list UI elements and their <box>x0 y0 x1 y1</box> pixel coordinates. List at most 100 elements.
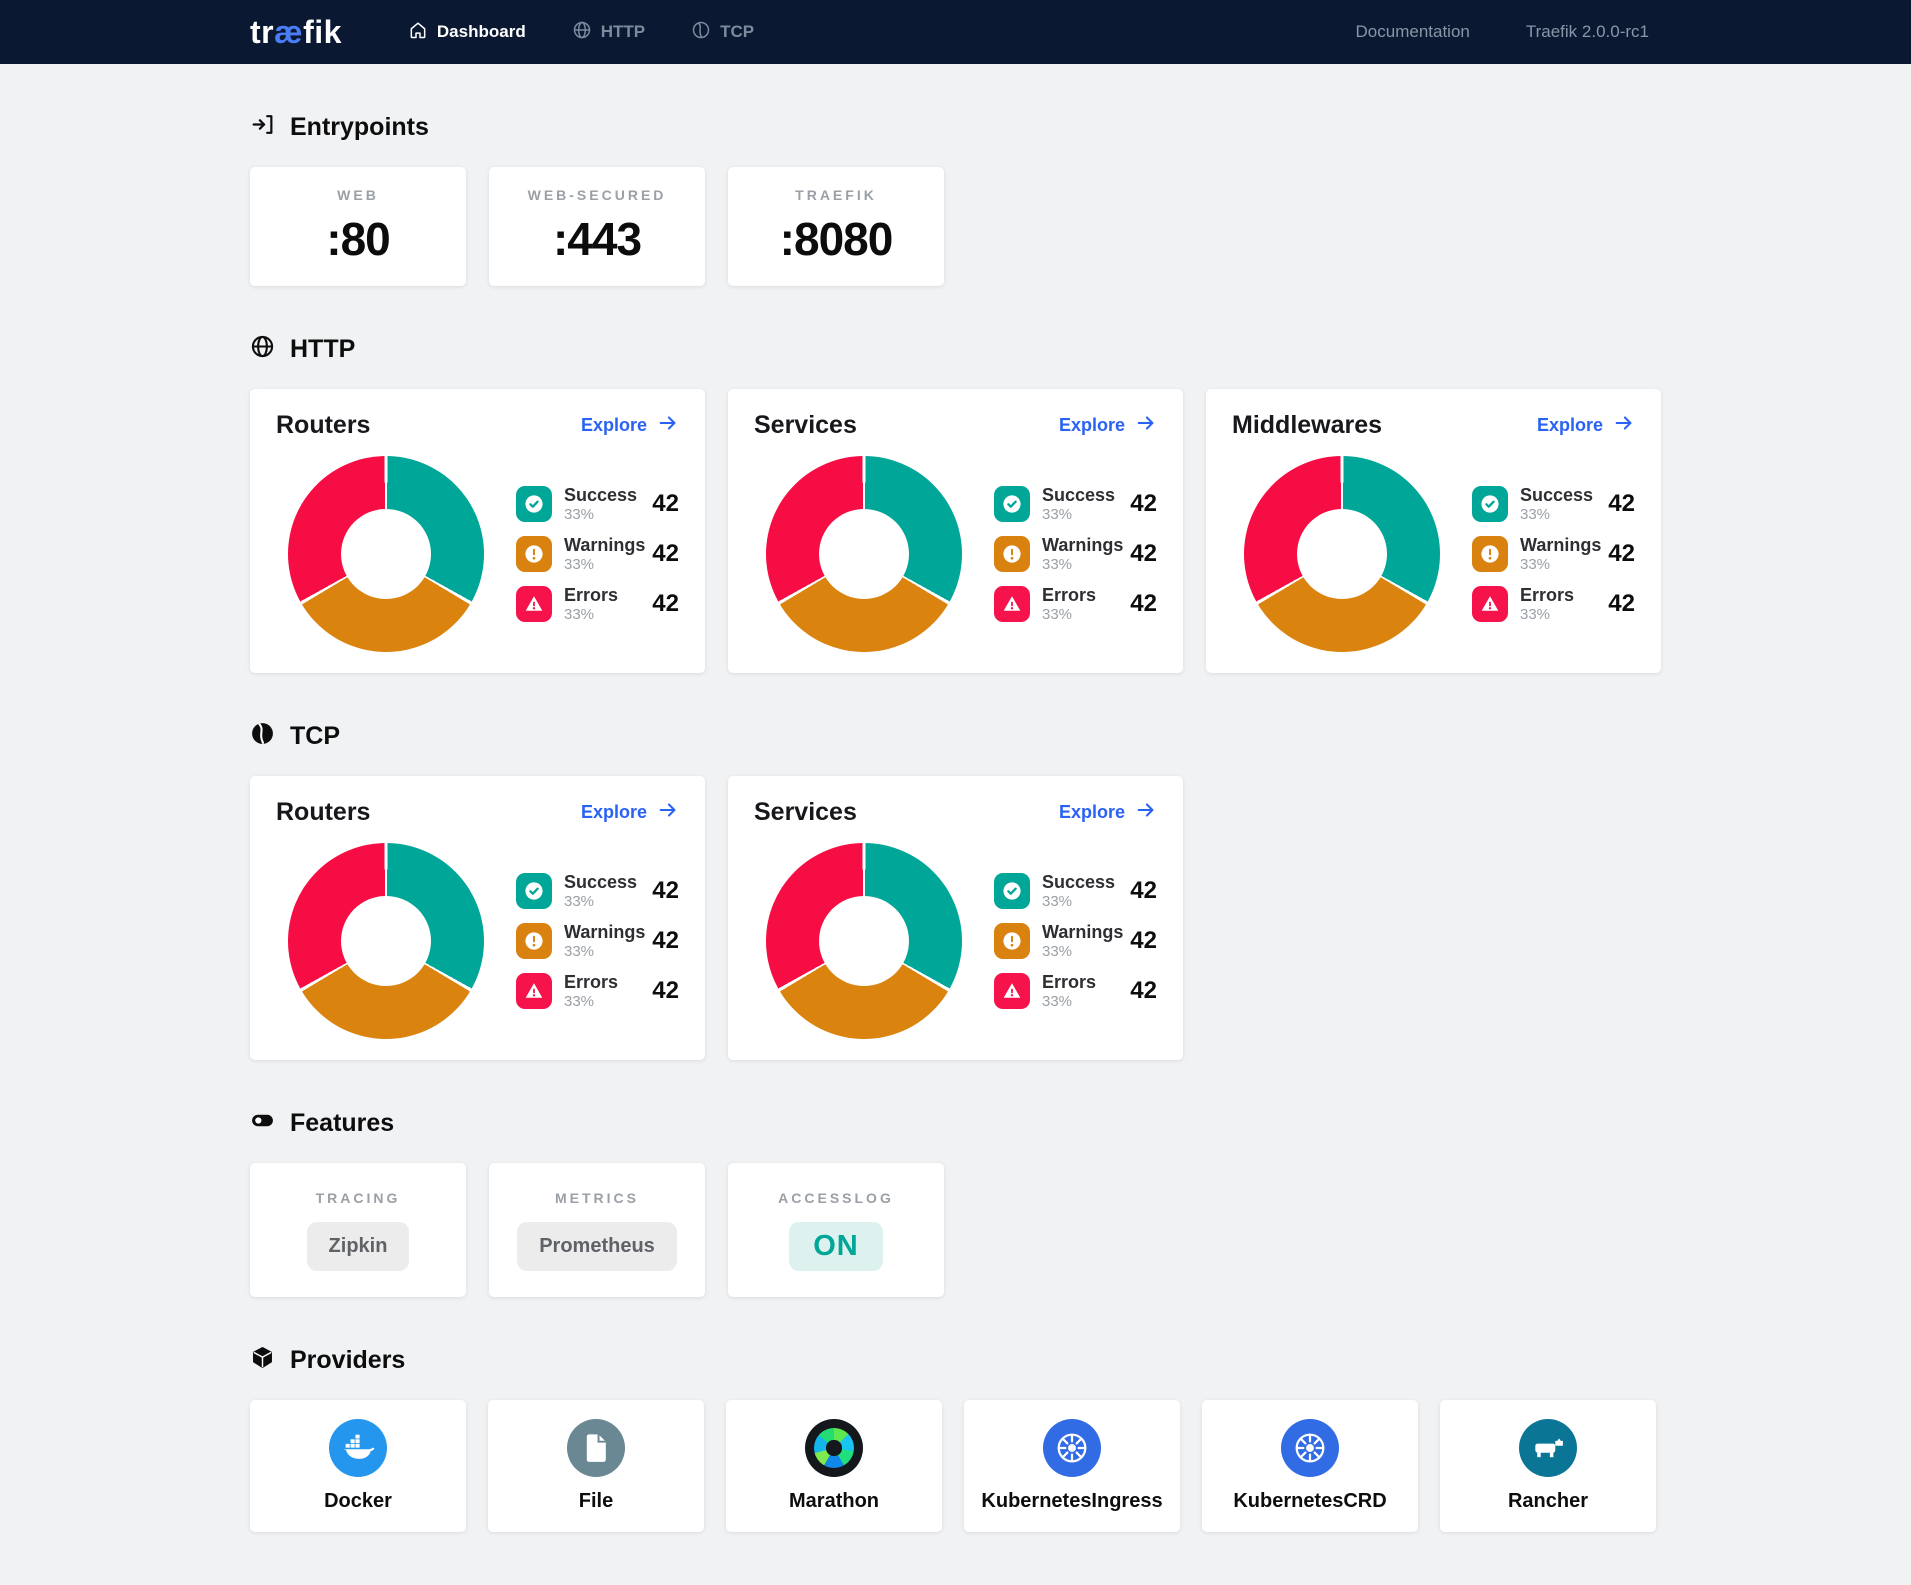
card-head: Routers Explore <box>276 798 679 827</box>
status-legend: Success 33% 42 Warnings 33% 42 <box>994 485 1157 622</box>
provider-card-marathon: Marathon <box>726 1400 942 1532</box>
legend-label: Success <box>564 872 637 893</box>
http-section-heading: HTTP <box>250 334 1661 364</box>
legend-row-success: Success 33% 42 <box>994 485 1157 523</box>
legend-row-warnings: Warnings 33% 42 <box>994 922 1157 960</box>
feature-label: METRICS <box>555 1190 639 1206</box>
legend-value: 42 <box>1608 540 1635 568</box>
legend-label: Warnings <box>1042 922 1123 943</box>
feature-value-chip: Zipkin <box>307 1222 410 1271</box>
legend-label: Errors <box>1042 972 1096 993</box>
rancher-icon <box>1519 1419 1577 1477</box>
legend-text: Errors 33% <box>1520 585 1574 623</box>
explore-link[interactable]: Explore <box>1059 412 1157 439</box>
legend-row-errors: Errors 33% 42 <box>1472 585 1635 623</box>
nav-item-dashboard[interactable]: Dashboard <box>408 20 526 45</box>
status-donut-chart <box>766 456 962 652</box>
legend-value: 42 <box>1608 590 1635 618</box>
success-icon <box>516 873 552 909</box>
nav-item-http[interactable]: HTTP <box>572 20 645 45</box>
legend-row-warnings: Warnings 33% 42 <box>516 922 679 960</box>
legend-value: 42 <box>1130 977 1157 1005</box>
globe-icon <box>572 20 592 45</box>
legend-label: Warnings <box>564 922 645 943</box>
globe-icon <box>250 334 275 364</box>
legend-label: Warnings <box>1042 535 1123 556</box>
error-icon <box>516 973 552 1009</box>
entrypoint-card-web: WEB :80 <box>250 167 466 286</box>
feature-label: ACCESSLOG <box>778 1190 894 1206</box>
card-title: Routers <box>276 411 370 440</box>
explore-label: Explore <box>1059 415 1125 436</box>
arrow-right-icon <box>1613 412 1635 439</box>
error-icon <box>516 586 552 622</box>
legend-text: Errors 33% <box>1042 972 1096 1010</box>
explore-label: Explore <box>1537 415 1603 436</box>
provider-name: Docker <box>324 1490 392 1513</box>
provider-name: KubernetesCRD <box>1233 1490 1386 1513</box>
arrow-right-icon <box>1135 412 1157 439</box>
provider-card-file: File <box>488 1400 704 1532</box>
error-icon <box>994 586 1030 622</box>
entrypoint-label: WEB <box>337 187 379 203</box>
card-body: Success 33% 42 Warnings 33% 42 <box>754 843 1157 1039</box>
legend-row-warnings: Warnings 33% 42 <box>994 535 1157 573</box>
main-content: Entrypoints WEB :80 WEB-SECURED :443 TRA… <box>0 112 1911 1572</box>
provider-name: KubernetesIngress <box>981 1490 1162 1513</box>
explore-label: Explore <box>581 802 647 823</box>
legend-percent: 33% <box>1042 506 1115 523</box>
legend-value: 42 <box>1130 927 1157 955</box>
provider-card-docker: Docker <box>250 1400 466 1532</box>
entrypoints-row: WEB :80 WEB-SECURED :443 TRAEFIK :8080 <box>250 167 1661 286</box>
status-donut-chart <box>288 843 484 1039</box>
legend-label: Success <box>564 485 637 506</box>
provider-name: File <box>579 1490 613 1513</box>
tcp-icon <box>691 20 711 45</box>
nav-item-tcp[interactable]: TCP <box>691 20 754 45</box>
features-section-heading: Features <box>250 1108 1661 1138</box>
documentation-link[interactable]: Documentation <box>1356 22 1470 42</box>
explore-link[interactable]: Explore <box>1059 799 1157 826</box>
provider-name: Marathon <box>789 1490 879 1513</box>
section-title: Entrypoints <box>290 113 429 142</box>
tcp-services-card: Services Explore Success 33% 42 <box>728 776 1183 1060</box>
legend-row-warnings: Warnings 33% 42 <box>516 535 679 573</box>
legend-text: Errors 33% <box>1042 585 1096 623</box>
cube-icon <box>250 1345 275 1375</box>
nav-item-label: HTTP <box>601 22 645 42</box>
version-label: Traefik 2.0.0-rc1 <box>1526 22 1649 42</box>
legend-percent: 33% <box>1042 893 1115 910</box>
legend-text: Success 33% <box>1042 872 1115 910</box>
entrypoint-port: :8080 <box>780 212 893 266</box>
section-title: HTTP <box>290 335 355 364</box>
explore-link[interactable]: Explore <box>581 412 679 439</box>
logo-suffix: fik <box>303 14 342 50</box>
status-legend: Success 33% 42 Warnings 33% 42 <box>1472 485 1635 622</box>
card-head: Middlewares Explore <box>1232 411 1635 440</box>
legend-text: Success 33% <box>564 872 637 910</box>
legend-row-errors: Errors 33% 42 <box>994 972 1157 1010</box>
card-head: Services Explore <box>754 798 1157 827</box>
explore-link[interactable]: Explore <box>1537 412 1635 439</box>
login-icon <box>250 112 275 142</box>
card-body: Success 33% 42 Warnings 33% 42 <box>1232 456 1635 652</box>
entrypoints-section-heading: Entrypoints <box>250 112 1661 142</box>
http-middlewares-card: Middlewares Explore Success 33% 42 <box>1206 389 1661 673</box>
legend-text: Warnings 33% <box>1042 535 1123 573</box>
feature-card-accesslog: ACCESSLOG ON <box>728 1163 944 1297</box>
traefik-logo[interactable]: træfik <box>250 14 342 51</box>
legend-label: Errors <box>1520 585 1574 606</box>
legend-text: Warnings 33% <box>564 535 645 573</box>
legend-value: 42 <box>652 590 679 618</box>
legend-value: 42 <box>652 927 679 955</box>
status-donut-chart <box>288 456 484 652</box>
card-head: Routers Explore <box>276 411 679 440</box>
legend-value: 42 <box>1608 490 1635 518</box>
arrow-right-icon <box>657 799 679 826</box>
legend-label: Success <box>1042 872 1115 893</box>
success-icon <box>1472 486 1508 522</box>
nav-item-label: TCP <box>720 22 754 42</box>
card-title: Services <box>754 798 857 827</box>
explore-link[interactable]: Explore <box>581 799 679 826</box>
card-head: Services Explore <box>754 411 1157 440</box>
